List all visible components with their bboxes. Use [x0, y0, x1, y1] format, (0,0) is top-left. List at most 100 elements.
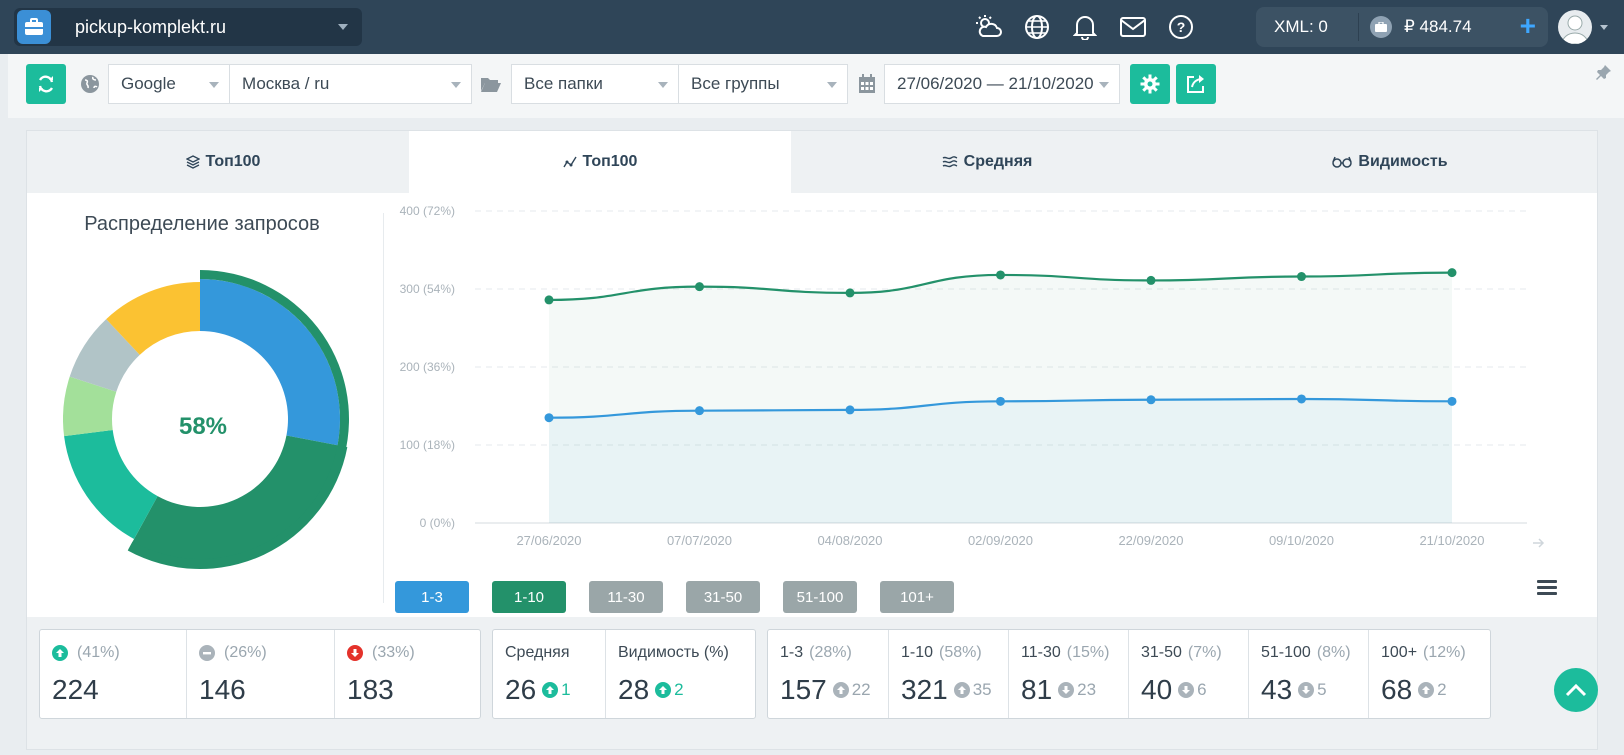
mail-icon[interactable]: [1118, 12, 1148, 42]
chevron-down-icon[interactable]: [1600, 25, 1608, 30]
x-tick-label: 04/08/2020: [817, 533, 882, 548]
range-filter-button[interactable]: 1-3: [395, 581, 469, 613]
stat-label: 100+: [1381, 644, 1418, 661]
refresh-button[interactable]: [26, 64, 66, 104]
stat-pct: (15%): [1066, 644, 1110, 661]
weather-icon[interactable]: [974, 12, 1004, 42]
arrow-down-circle-icon: [347, 645, 363, 661]
arrow-up-circle-icon: [953, 682, 970, 698]
chevron-down-icon: [451, 82, 461, 88]
stat-value: 43: [1261, 674, 1293, 705]
stat-pct: (58%): [939, 644, 982, 661]
avatar[interactable]: [1558, 10, 1592, 44]
stat-pct: (33%): [372, 644, 415, 661]
bell-icon[interactable]: [1070, 12, 1100, 42]
arrow-down-circle-icon: [1178, 682, 1195, 698]
range-filter-button[interactable]: 11-30: [589, 581, 663, 613]
series-point[interactable]: [1297, 272, 1306, 282]
stat-delta: 5: [1317, 680, 1327, 699]
series-point[interactable]: [544, 413, 554, 423]
stat-range: 11-30 (15%) 81 23: [1008, 630, 1128, 718]
stat-pct: (41%): [77, 644, 120, 661]
calendar-icon: [858, 74, 876, 99]
series-point[interactable]: [1447, 396, 1457, 406]
folder-icon: [480, 75, 502, 98]
stat-value: 224: [52, 674, 99, 705]
stat-label: 31-50: [1141, 644, 1182, 661]
movement-summary: (41%) 224 (26%) 146 (33%) 183: [39, 629, 481, 719]
stat-delta: 1: [561, 680, 571, 699]
x-tick-label: 09/10/2020: [1269, 533, 1334, 548]
series-point[interactable]: [1146, 395, 1156, 405]
stat-visibility: Видимость (%) 28 2: [605, 630, 755, 718]
stat-range: 1-3 (28%) 157 22: [768, 630, 888, 718]
x-tick-label: 22/09/2020: [1118, 533, 1183, 548]
folders-select[interactable]: Все папки: [511, 64, 679, 104]
series-point[interactable]: [845, 405, 855, 415]
tab-visibility[interactable]: Видимость: [1183, 131, 1597, 193]
site-name: pickup-komplekt.ru: [75, 16, 227, 37]
stat-range: 31-50 (7%) 40 6: [1128, 630, 1248, 718]
groups-select[interactable]: Все группы: [678, 64, 848, 104]
site-selector[interactable]: pickup-komplekt.ru: [14, 8, 362, 46]
export-button[interactable]: [1176, 64, 1216, 104]
range-filter-button[interactable]: 101+: [880, 581, 954, 613]
globe-icon[interactable]: [1022, 12, 1052, 42]
x-tick-label: 21/10/2020: [1419, 533, 1484, 548]
region-select[interactable]: Москва / ru: [229, 64, 472, 104]
series-point[interactable]: [1146, 275, 1156, 285]
report-panel: Топ100 Топ100 Средняя Видимость Распреде…: [26, 130, 1598, 750]
settings-button[interactable]: [1130, 64, 1170, 104]
help-icon[interactable]: ?: [1166, 12, 1196, 42]
range-filter-button[interactable]: 1-10: [492, 581, 566, 613]
date-range-picker[interactable]: 27/06/2020 — 21/10/2020: [884, 64, 1120, 104]
positions-chart: 0 (0%) 100 (18%) 200 (36%) 300 (54%) 400 (72…: [400, 204, 1545, 548]
series-point[interactable]: [544, 295, 554, 305]
waves-icon: [942, 156, 957, 168]
svg-text:?: ?: [1177, 19, 1186, 35]
series-point[interactable]: [845, 288, 855, 298]
range-filter-button[interactable]: 31-50: [686, 581, 760, 613]
top-bar: pickup-komplekt.ru ? XML: 0 ₽ 484.74 +: [0, 0, 1624, 54]
tab-average[interactable]: Средняя: [791, 131, 1183, 193]
series-point[interactable]: [996, 270, 1005, 280]
balance-amount: ₽ 484.74: [1404, 17, 1472, 36]
series-point[interactable]: [1447, 268, 1457, 278]
series-point[interactable]: [996, 396, 1005, 406]
chevron-down-icon: [338, 24, 348, 30]
y-tick-label: 400 (72%): [400, 204, 455, 218]
hamburger-menu-icon[interactable]: [1537, 579, 1557, 600]
stat-delta: 23: [1077, 680, 1097, 699]
y-tick-label: 100 (18%): [400, 438, 455, 452]
average-visibility-summary: Средняя 26 1 Видимость (%) 28 2: [492, 629, 756, 719]
scroll-to-top-button[interactable]: [1554, 668, 1598, 712]
stat-value: 40: [1141, 674, 1173, 705]
stat-value: 28: [618, 674, 650, 705]
stat-value: 26: [505, 674, 537, 705]
tab-top100-stacked[interactable]: Топ100: [27, 131, 419, 193]
stat-range: 100+ (12%) 68 2: [1368, 630, 1488, 718]
stat-improved: (41%) 224: [40, 630, 186, 718]
tab-top100-lines[interactable]: Топ100: [409, 131, 791, 193]
stats-strip: (41%) 224 (26%) 146 (33%) 183 Средняя 26…: [27, 617, 1597, 749]
stat-label: 11-30: [1021, 644, 1061, 661]
arrow-up-circle-icon: [832, 682, 849, 698]
y-tick-label: 200 (36%): [400, 360, 455, 374]
globe-icon: [80, 74, 100, 99]
chevron-up-icon: [1565, 683, 1587, 697]
chevron-down-icon: [1099, 82, 1109, 88]
xml-counter: XML: 0: [1274, 17, 1328, 36]
stat-average: Средняя 26 1: [493, 630, 605, 718]
series-point[interactable]: [695, 406, 704, 416]
stat-value: 183: [347, 674, 394, 705]
stat-value: 81: [1021, 674, 1053, 705]
add-funds-button[interactable]: +: [1520, 10, 1536, 42]
x-tick-label: 27/06/2020: [516, 533, 581, 548]
engine-select[interactable]: Google: [108, 64, 230, 104]
range-filter-button[interactable]: 51-100: [783, 581, 857, 613]
pin-icon[interactable]: [1596, 64, 1612, 85]
region-select-value: Москва / ru: [242, 74, 330, 93]
series-point[interactable]: [695, 282, 704, 292]
series-point[interactable]: [1297, 394, 1306, 404]
arrow-right-icon: [1533, 538, 1545, 548]
